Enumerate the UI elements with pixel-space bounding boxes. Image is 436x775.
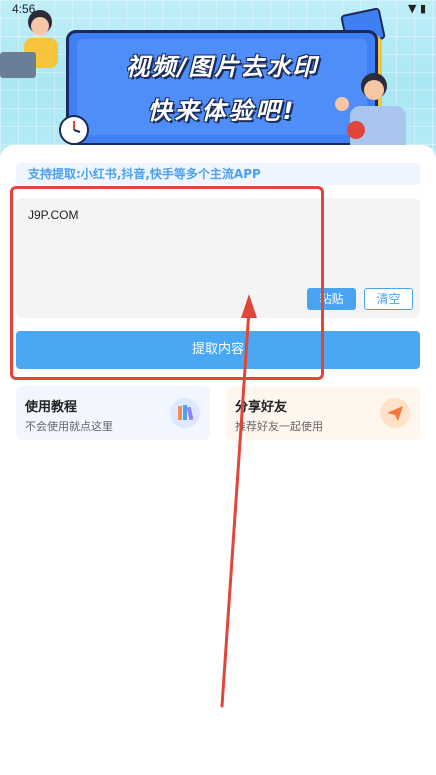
top-banner: 视频/图片去水印 快来体验吧! 4:56 ▼ ▮ xyxy=(0,0,436,160)
supported-apps-notice: 支持提取:小红书,抖音,快手等多个主流APP xyxy=(16,163,420,185)
tutorial-title: 使用教程 xyxy=(25,400,78,415)
wifi-icon: ▼ xyxy=(407,2,417,15)
share-subtitle: 推荐好友一起使用 xyxy=(235,420,323,433)
laptop-illustration xyxy=(0,52,36,78)
alarm-clock-icon xyxy=(59,115,89,145)
share-tile[interactable]: 分享好友 推荐好友一起使用 xyxy=(226,386,420,440)
tutorial-subtitle: 不会使用就点这里 xyxy=(25,420,113,433)
paper-plane-icon xyxy=(380,398,410,428)
extract-button[interactable]: 提取内容 xyxy=(16,331,420,369)
tutorial-tile[interactable]: 使用教程 不会使用就点这里 xyxy=(16,386,210,440)
status-time: 4:56 xyxy=(12,2,36,16)
status-icons: ▼ ▮ xyxy=(408,2,426,15)
battery-icon: ▮ xyxy=(419,2,426,15)
share-title: 分享好友 xyxy=(235,400,288,415)
link-input-value: J9P.COM xyxy=(28,208,79,222)
paste-button[interactable]: 粘贴 xyxy=(307,288,356,310)
status-bar: 4:56 ▼ ▮ xyxy=(0,0,436,18)
clear-button[interactable]: 清空 xyxy=(364,288,413,310)
books-icon xyxy=(170,398,200,428)
